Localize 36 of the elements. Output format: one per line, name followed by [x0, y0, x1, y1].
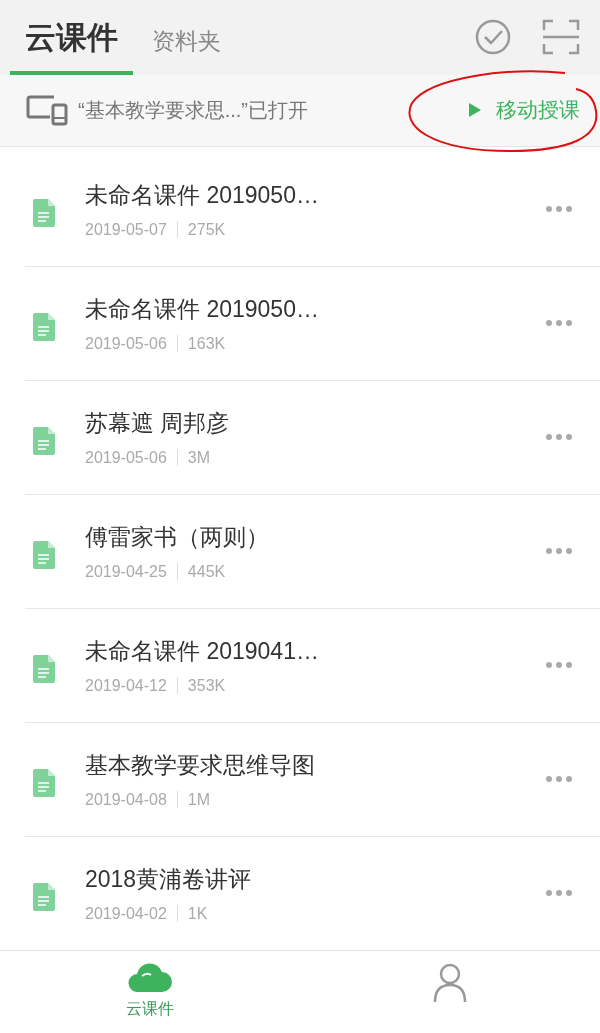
file-date: 2019-04-25: [85, 562, 167, 581]
document-icon: [33, 655, 55, 684]
file-title[interactable]: 苏幕遮 周邦彦: [85, 407, 546, 439]
document-icon: [33, 427, 55, 456]
file-title[interactable]: 未命名课件 2019050…: [85, 179, 546, 211]
file-title[interactable]: 未命名课件 2019041…: [85, 635, 546, 667]
file-title[interactable]: 基本教学要求思维导图: [85, 749, 546, 781]
document-icon: [33, 313, 55, 342]
file-date: 2019-05-06: [85, 448, 167, 467]
file-title[interactable]: 傅雷家书（两则）: [85, 521, 546, 553]
file-size: 1M: [187, 790, 211, 809]
file-date: 2019-04-02: [85, 904, 167, 923]
file-date: 2019-04-12: [85, 676, 167, 695]
person-icon: [433, 962, 467, 1003]
file-size: 445K: [187, 562, 226, 581]
file-title[interactable]: 2018黄浦卷讲评: [85, 863, 546, 895]
check-circle-icon[interactable]: [474, 18, 512, 57]
document-icon: [33, 883, 55, 912]
file-date: 2019-05-06: [85, 334, 167, 353]
document-icon: [33, 199, 55, 228]
document-icon: [33, 541, 55, 570]
file-size: 353K: [187, 676, 226, 695]
play-icon: [468, 102, 482, 119]
cloud-icon: [128, 962, 172, 993]
devices-icon: [26, 94, 68, 127]
file-size: 1K: [187, 904, 208, 923]
file-size: 3M: [187, 448, 211, 467]
file-date: 2019-04-08: [85, 790, 167, 809]
file-date: 2019-05-07: [85, 220, 167, 239]
nav-tab[interactable]: 云课件: [0, 950, 300, 1033]
document-icon: [33, 769, 55, 798]
scan-icon[interactable]: [542, 19, 580, 56]
file-size: 275K: [187, 220, 226, 239]
opened-file-message: “基本教学要求思...”已打开: [78, 97, 309, 123]
file-size: 163K: [187, 334, 226, 353]
file-title[interactable]: 未命名课件 2019050…: [85, 293, 546, 325]
